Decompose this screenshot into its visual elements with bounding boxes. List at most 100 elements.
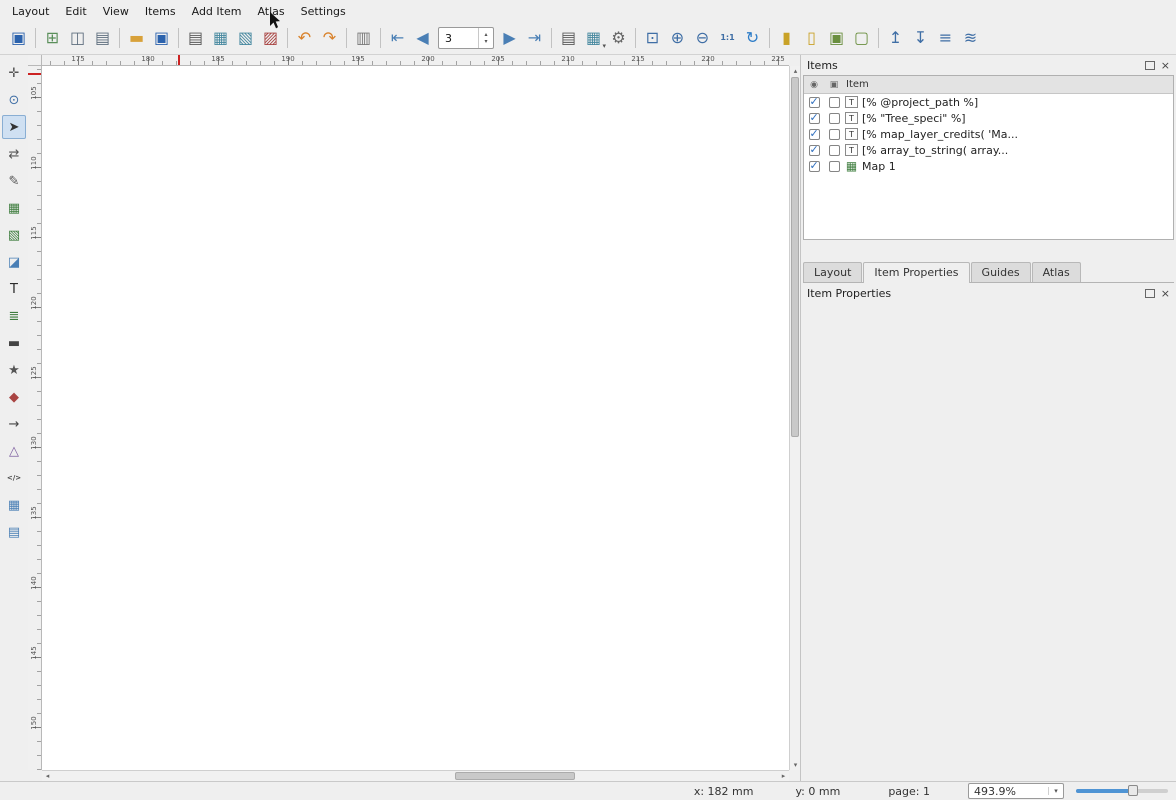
- visibility-checkbox[interactable]: [809, 129, 820, 140]
- visibility-checkbox[interactable]: [809, 97, 820, 108]
- vertical-scroll-thumb[interactable]: [791, 77, 799, 437]
- ungroup-items-button[interactable]: ▢: [849, 26, 874, 51]
- duplicate-layout-button[interactable]: ◫: [65, 26, 90, 51]
- new-layout-button[interactable]: ⊞: [40, 26, 65, 51]
- vertical-scrollbar[interactable]: ▴ ▾: [789, 66, 800, 770]
- last-feature-button[interactable]: ⇥: [522, 26, 547, 51]
- menu-items[interactable]: Items: [137, 2, 184, 21]
- export-as-image-button[interactable]: ▦: [208, 26, 233, 51]
- lock-checkbox[interactable]: [829, 113, 840, 124]
- tab-layout[interactable]: Layout: [803, 262, 862, 282]
- atlas-preview-button[interactable]: ▥: [351, 26, 376, 51]
- lock-checkbox[interactable]: [829, 97, 840, 108]
- spin-up-icon[interactable]: ▴: [484, 31, 487, 38]
- add-map-button[interactable]: ▦: [2, 196, 26, 220]
- select-move-item-button[interactable]: ➤: [2, 115, 26, 139]
- raise-items-button[interactable]: ↥: [883, 26, 908, 51]
- unlock-all-items-button[interactable]: ▯: [799, 26, 824, 51]
- export-atlas-button[interactable]: ▦▾: [581, 26, 606, 51]
- spinbox-arrows[interactable]: ▴▾: [478, 28, 493, 48]
- save-as-template-button[interactable]: ▣: [149, 26, 174, 51]
- tab-item-properties[interactable]: Item Properties: [863, 262, 969, 283]
- float-panel-icon[interactable]: [1145, 61, 1155, 70]
- toolbar-separator: [35, 28, 36, 48]
- align-items-button[interactable]: ≡: [933, 26, 958, 51]
- visibility-checkbox[interactable]: [809, 161, 820, 172]
- add-shape-button[interactable]: ◆: [2, 385, 26, 409]
- zoom-level-combobox[interactable]: 493.9% ▾: [968, 783, 1064, 799]
- distribute-items-button[interactable]: ≋: [958, 26, 983, 51]
- undo-button[interactable]: ↶: [292, 26, 317, 51]
- open-template-folder-button[interactable]: ▬: [124, 26, 149, 51]
- lower-items-button[interactable]: ↧: [908, 26, 933, 51]
- export-as-pdf-button[interactable]: ▨: [258, 26, 283, 51]
- next-feature-button[interactable]: ▶: [497, 26, 522, 51]
- atlas-feature-spinbox[interactable]: 3▴▾: [438, 27, 494, 49]
- scroll-left-button[interactable]: ◂: [42, 771, 53, 781]
- move-item-content-button[interactable]: ⇄: [2, 142, 26, 166]
- chevron-down-icon[interactable]: ▾: [1048, 787, 1063, 795]
- menu-settings[interactable]: Settings: [293, 2, 354, 21]
- lock-selected-items-icon: ▮: [782, 30, 791, 46]
- add-3d-map-button[interactable]: ▧: [2, 223, 26, 247]
- save-project-button[interactable]: ▣: [6, 26, 31, 51]
- menu-edit[interactable]: Edit: [57, 2, 94, 21]
- cursor-y-marker: [28, 73, 41, 75]
- atlas-settings-button[interactable]: ⚙: [606, 26, 631, 51]
- print-atlas-button[interactable]: ▤: [556, 26, 581, 51]
- add-arrow-button[interactable]: →: [2, 412, 26, 436]
- spin-down-icon[interactable]: ▾: [484, 38, 487, 45]
- export-as-svg-button[interactable]: ▧: [233, 26, 258, 51]
- zoom-actual-button[interactable]: 1:1: [715, 26, 740, 51]
- item-row[interactable]: T[% array_to_string( array...: [804, 142, 1173, 158]
- add-legend-button[interactable]: ≣: [2, 304, 26, 328]
- previous-feature-button[interactable]: ◀: [410, 26, 435, 51]
- lock-checkbox[interactable]: [829, 129, 840, 140]
- refresh-view-button[interactable]: ↻: [740, 26, 765, 51]
- zoom-full-button[interactable]: ⊡: [640, 26, 665, 51]
- edit-nodes-item-button[interactable]: ✎: [2, 169, 26, 193]
- add-north-arrow-button[interactable]: ★: [2, 358, 26, 382]
- first-feature-button[interactable]: ⇤: [385, 26, 410, 51]
- horizontal-scroll-thumb[interactable]: [455, 772, 575, 780]
- menu-add-item[interactable]: Add Item: [184, 2, 250, 21]
- tab-guides[interactable]: Guides: [971, 262, 1031, 282]
- pan-tool-button[interactable]: ✛: [2, 61, 26, 85]
- lock-checkbox[interactable]: [829, 145, 840, 156]
- toolbar-separator: [769, 28, 770, 48]
- add-html-button[interactable]: </>: [2, 466, 26, 490]
- add-node-item-button[interactable]: △: [2, 439, 26, 463]
- zoom-tool-button[interactable]: ⊙: [2, 88, 26, 112]
- menu-view[interactable]: View: [95, 2, 137, 21]
- close-panel-icon[interactable]: ×: [1161, 288, 1170, 299]
- visibility-checkbox[interactable]: [809, 113, 820, 124]
- add-scalebar-button[interactable]: ▬: [2, 331, 26, 355]
- item-row[interactable]: ▦Map 1: [804, 158, 1173, 174]
- zoom-in-button[interactable]: ⊕: [665, 26, 690, 51]
- menu-layout[interactable]: Layout: [4, 2, 57, 21]
- close-panel-icon[interactable]: ×: [1161, 60, 1170, 71]
- print-layout-button[interactable]: ▤: [183, 26, 208, 51]
- add-picture-button[interactable]: ◪: [2, 250, 26, 274]
- add-label-button[interactable]: T: [2, 277, 26, 301]
- group-items-button[interactable]: ▣: [824, 26, 849, 51]
- zoom-slider-handle[interactable]: [1128, 785, 1138, 796]
- layout-page-canvas[interactable]: [42, 66, 789, 770]
- zoom-slider[interactable]: [1076, 783, 1168, 799]
- item-row[interactable]: T[% @project_path %]: [804, 94, 1173, 110]
- horizontal-scrollbar[interactable]: ◂ ▸: [42, 770, 789, 781]
- lock-selected-items-button[interactable]: ▮: [774, 26, 799, 51]
- tab-atlas[interactable]: Atlas: [1032, 262, 1081, 282]
- item-row[interactable]: T[% "Tree_speci" %]: [804, 110, 1173, 126]
- item-row[interactable]: T[% map_layer_credits( 'Ma...: [804, 126, 1173, 142]
- float-panel-icon[interactable]: [1145, 289, 1155, 298]
- zoom-out-button[interactable]: ⊖: [690, 26, 715, 51]
- add-fixed-table-button[interactable]: ▤: [2, 520, 26, 544]
- layout-manager-button[interactable]: ▤: [90, 26, 115, 51]
- add-attribute-table-button[interactable]: ▦: [2, 493, 26, 517]
- lock-checkbox[interactable]: [829, 161, 840, 172]
- redo-button[interactable]: ↷: [317, 26, 342, 51]
- scroll-right-button[interactable]: ▸: [778, 771, 789, 781]
- ruler-label: 180: [138, 55, 158, 63]
- visibility-checkbox[interactable]: [809, 145, 820, 156]
